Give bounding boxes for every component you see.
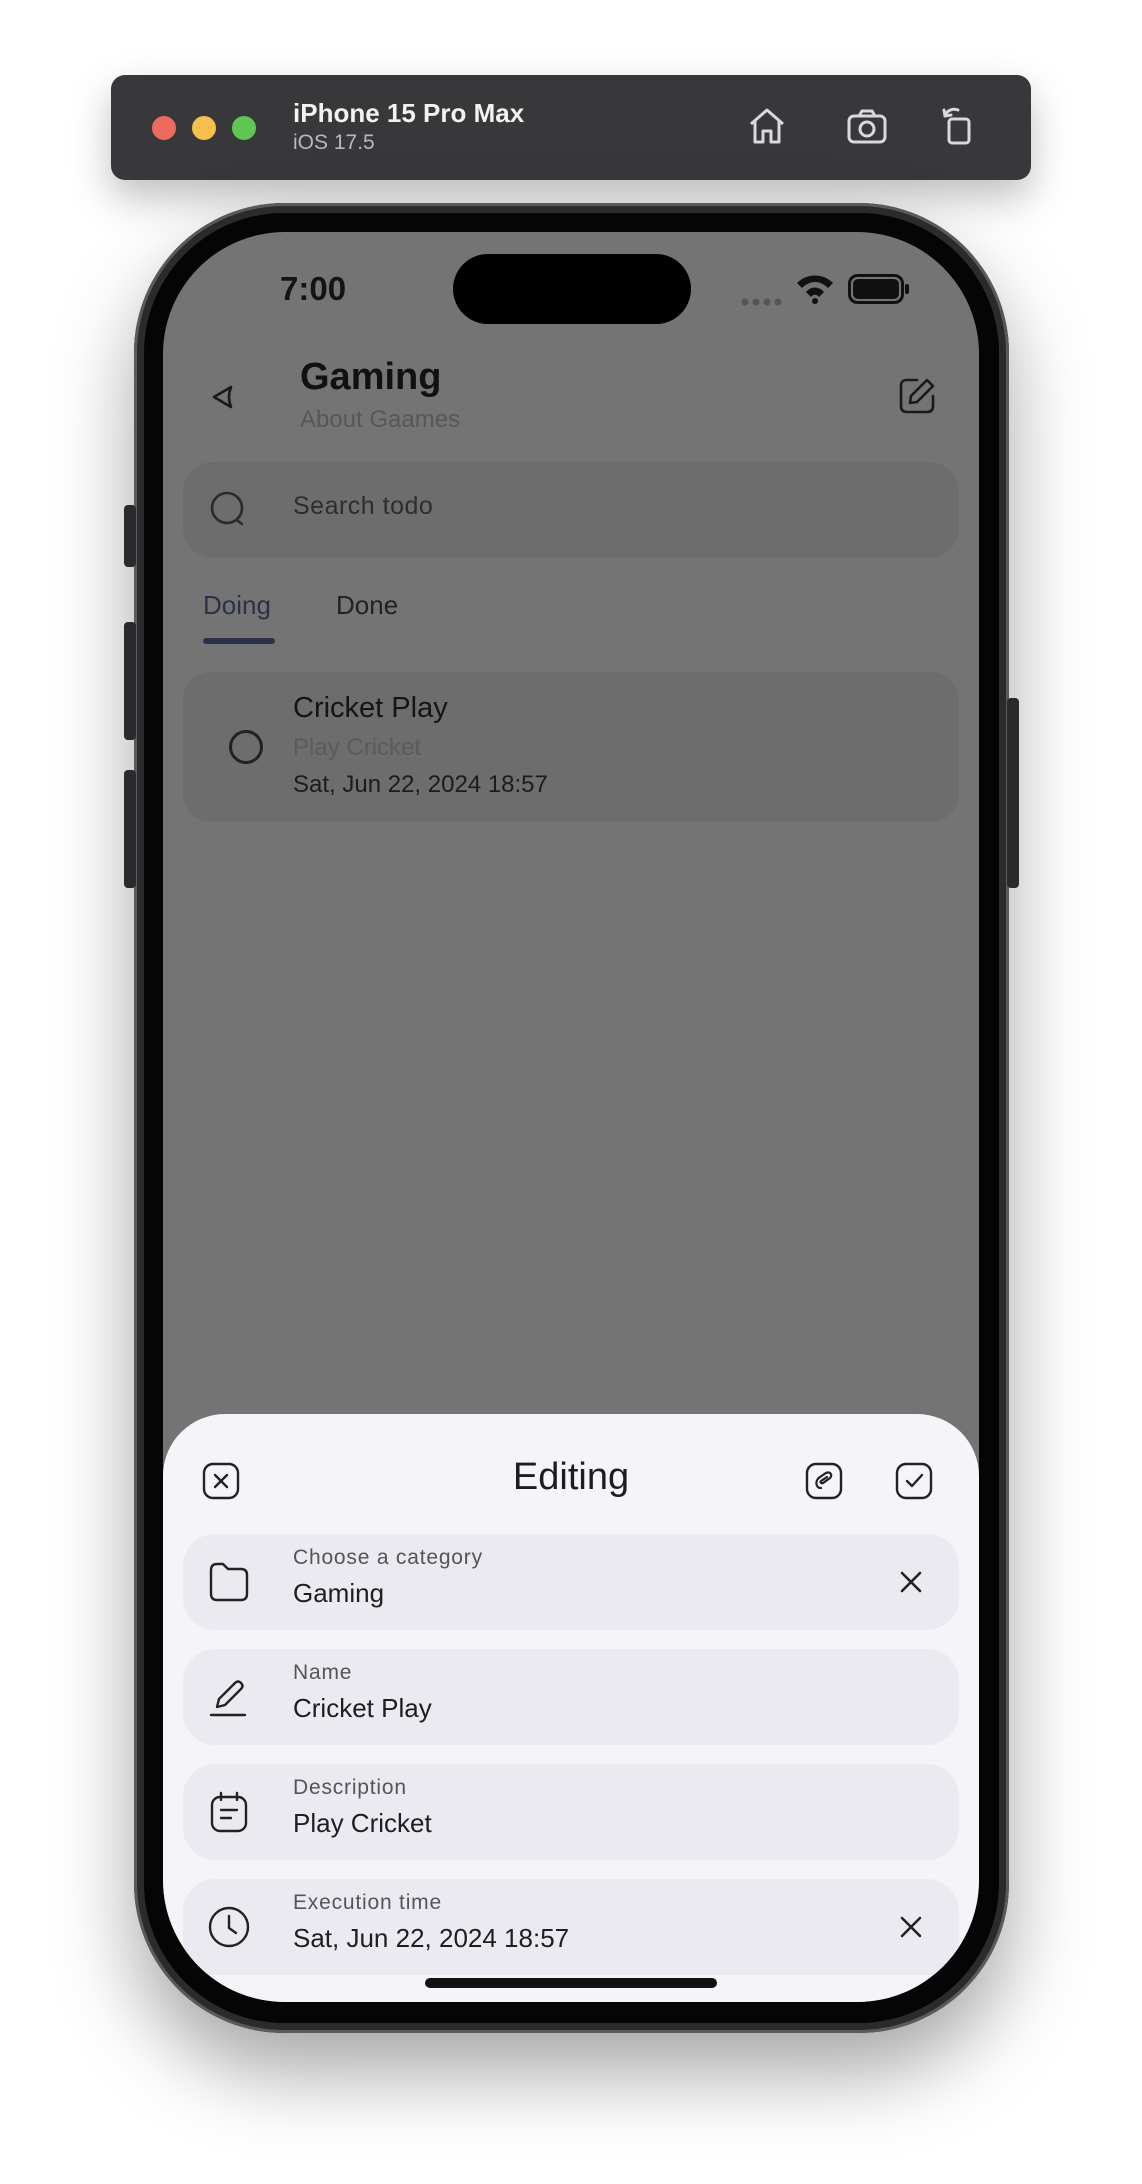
category-value: Gaming — [293, 1578, 385, 1608]
os-version: iOS 17.5 — [293, 131, 375, 154]
description-label: Description — [293, 1776, 407, 1799]
task-complete-checkbox[interactable] — [229, 730, 263, 764]
screenshot-icon[interactable] — [843, 102, 891, 150]
back-arrow-icon — [212, 385, 233, 409]
save-button[interactable] — [893, 1460, 935, 1502]
minimize-window-button[interactable] — [192, 116, 216, 140]
search-icon — [210, 491, 244, 526]
task-name: Cricket Play — [293, 692, 448, 724]
phone-screen: 7:00 Gaming About Gaames Search todo Doi… — [163, 232, 979, 2002]
clock-icon — [208, 1906, 250, 1948]
edit-category-button[interactable] — [889, 368, 945, 424]
folder-icon — [209, 1562, 249, 1602]
paperclip-icon — [805, 1462, 843, 1500]
status-time: 7:00 — [280, 270, 347, 307]
tab-done[interactable]: Done — [336, 590, 398, 621]
task-description: Play Cricket — [293, 734, 422, 761]
execution-time-label: Execution time — [293, 1891, 442, 1914]
rotate-icon[interactable] — [935, 102, 983, 150]
close-window-button[interactable] — [152, 116, 176, 140]
execution-time-value: Sat, Jun 22, 2024 18:57 — [293, 1923, 570, 1953]
action-button — [124, 505, 136, 567]
name-value[interactable]: Cricket Play — [293, 1693, 432, 1724]
name-field[interactable]: Name Cricket Play — [183, 1649, 959, 1745]
search-bar[interactable]: Search todo — [183, 462, 959, 558]
checkmark-icon — [895, 1462, 933, 1500]
home-indicator[interactable] — [425, 1978, 717, 1988]
category-label: Choose a category — [293, 1546, 483, 1569]
pencil-icon — [209, 1680, 247, 1717]
note-icon — [210, 1791, 248, 1833]
active-tab-indicator — [203, 638, 275, 644]
wifi-icon — [795, 272, 835, 308]
page-title: Gaming — [300, 356, 442, 398]
zoom-window-button[interactable] — [232, 116, 256, 140]
battery-icon — [848, 274, 910, 308]
clear-category-icon[interactable] — [895, 1566, 927, 1598]
signal-icon — [741, 292, 785, 311]
task-card[interactable]: Cricket Play Play Cricket Sat, Jun 22, 2… — [183, 672, 959, 822]
clear-time-icon[interactable] — [895, 1911, 927, 1943]
back-button[interactable] — [193, 367, 253, 427]
edit-sheet: Editing Choose a category Gaming Name Cr… — [163, 1414, 979, 2002]
description-value[interactable]: Play Cricket — [293, 1808, 432, 1839]
volume-down-button — [124, 770, 136, 888]
tab-doing[interactable]: Doing — [203, 590, 271, 621]
description-field[interactable]: Description Play Cricket — [183, 1764, 959, 1860]
attachment-button[interactable] — [803, 1460, 845, 1502]
execution-time-field[interactable]: Execution time Sat, Jun 22, 2024 18:57 — [183, 1879, 959, 1975]
page-subtitle: About Gaames — [300, 406, 461, 433]
search-input[interactable]: Search todo — [293, 492, 433, 521]
power-button — [1007, 698, 1019, 888]
home-icon[interactable] — [743, 102, 791, 150]
task-time: Sat, Jun 22, 2024 18:57 — [293, 771, 548, 798]
volume-up-button — [124, 622, 136, 740]
device-name: iPhone 15 Pro Max — [293, 98, 525, 128]
category-field[interactable]: Choose a category Gaming — [183, 1534, 959, 1630]
name-label: Name — [293, 1661, 353, 1684]
dynamic-island — [453, 254, 691, 324]
edit-icon — [899, 378, 935, 414]
